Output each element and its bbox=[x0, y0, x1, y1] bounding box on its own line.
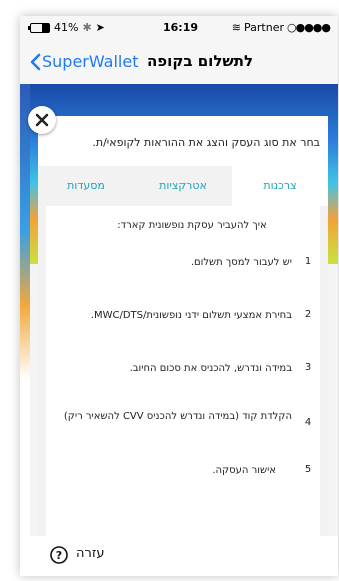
navigation-bar: SuperWallet לתשלום בקופה bbox=[20, 40, 338, 85]
step-item: 1 יש לעבור למסך תשלום. bbox=[52, 256, 314, 270]
step-item: 2 בחירת אמצעי תשלום ידני נופשונית/MWC/DT… bbox=[52, 309, 314, 323]
instructions-heading: איך להעביר עסקת נופשונית קארד: bbox=[117, 220, 267, 231]
step-number: 5 bbox=[304, 464, 312, 475]
step-number: 3 bbox=[304, 362, 312, 373]
step-number: 1 bbox=[304, 256, 312, 267]
wifi-icon: ≋ bbox=[231, 21, 242, 34]
card-header: בחר את סוג העסק והצג את ההוראות לקופאי/ת… bbox=[38, 116, 328, 166]
battery-icon bbox=[28, 22, 50, 33]
step-text: בחירת אמצעי תשלום ידני נופשונית/MWC/DTS. bbox=[90, 310, 292, 321]
step-item: 4 הקלדת קוד (במידה ונדרש להכניס CVV להשא… bbox=[52, 410, 314, 428]
location-icon: ➤ bbox=[95, 21, 105, 34]
close-icon bbox=[35, 113, 49, 127]
step-text: אישור העסקה. bbox=[212, 465, 276, 476]
clock: 16:19 bbox=[163, 21, 199, 34]
svg-text:?: ? bbox=[56, 549, 62, 562]
step-text: יש לעבור למסך תשלום. bbox=[190, 257, 292, 268]
tab-restaurants[interactable]: מסעדות bbox=[38, 166, 134, 206]
business-type-tabs: צרכנות אטרקציות מסעדות bbox=[38, 166, 328, 206]
step-number: 2 bbox=[304, 309, 312, 320]
bluetooth-icon: ✱ bbox=[82, 21, 92, 34]
help-link[interactable]: עזרה bbox=[76, 546, 104, 561]
tab-attractions[interactable]: אטרקציות bbox=[135, 166, 231, 206]
page-title: לתשלום בקופה bbox=[147, 52, 254, 70]
step-number: 4 bbox=[304, 417, 312, 428]
battery-fill bbox=[41, 23, 49, 32]
signal-icon: ○●●●● bbox=[287, 21, 331, 34]
background-strip bbox=[20, 84, 30, 576]
instructions-content: איך להעביר עסקת נופשונית קארד: 1 יש לעבו… bbox=[46, 206, 320, 558]
instructions-card: בחר את סוג העסק והצג את ההוראות לקופאי/ת… bbox=[38, 116, 328, 576]
help-icon[interactable]: ? bbox=[50, 546, 68, 564]
status-bar: 41% ✱ ➤ 16:19 ≋ Partner ○●●●● bbox=[20, 16, 338, 40]
app-frame: 41% ✱ ➤ 16:19 ≋ Partner ○●●●● SuperWalle… bbox=[20, 16, 338, 576]
step-item: 3 במידה ונדרש, להכניס את סכום החיוב. bbox=[52, 362, 314, 376]
status-right: ≋ Partner ○●●●● bbox=[231, 21, 331, 34]
status-left: 41% ✱ ➤ bbox=[28, 21, 105, 34]
footer: ? עזרה bbox=[20, 536, 338, 576]
step-item: 5 אישור העסקה. bbox=[52, 464, 314, 478]
battery-percent: 41% bbox=[54, 21, 79, 34]
step-text: הקלדת קוד (במידה ונדרש להכניס CVV להשאיר… bbox=[63, 411, 292, 422]
tab-consumer[interactable]: צרכנות bbox=[232, 166, 328, 206]
close-button[interactable] bbox=[28, 106, 56, 134]
step-text: במידה ונדרש, להכניס את סכום החיוב. bbox=[129, 363, 292, 374]
card-instruction: בחר את סוג העסק והצג את ההוראות לקופאי/ת… bbox=[92, 136, 320, 149]
carrier-name: Partner bbox=[244, 21, 284, 34]
back-button[interactable]: SuperWallet bbox=[42, 52, 138, 71]
